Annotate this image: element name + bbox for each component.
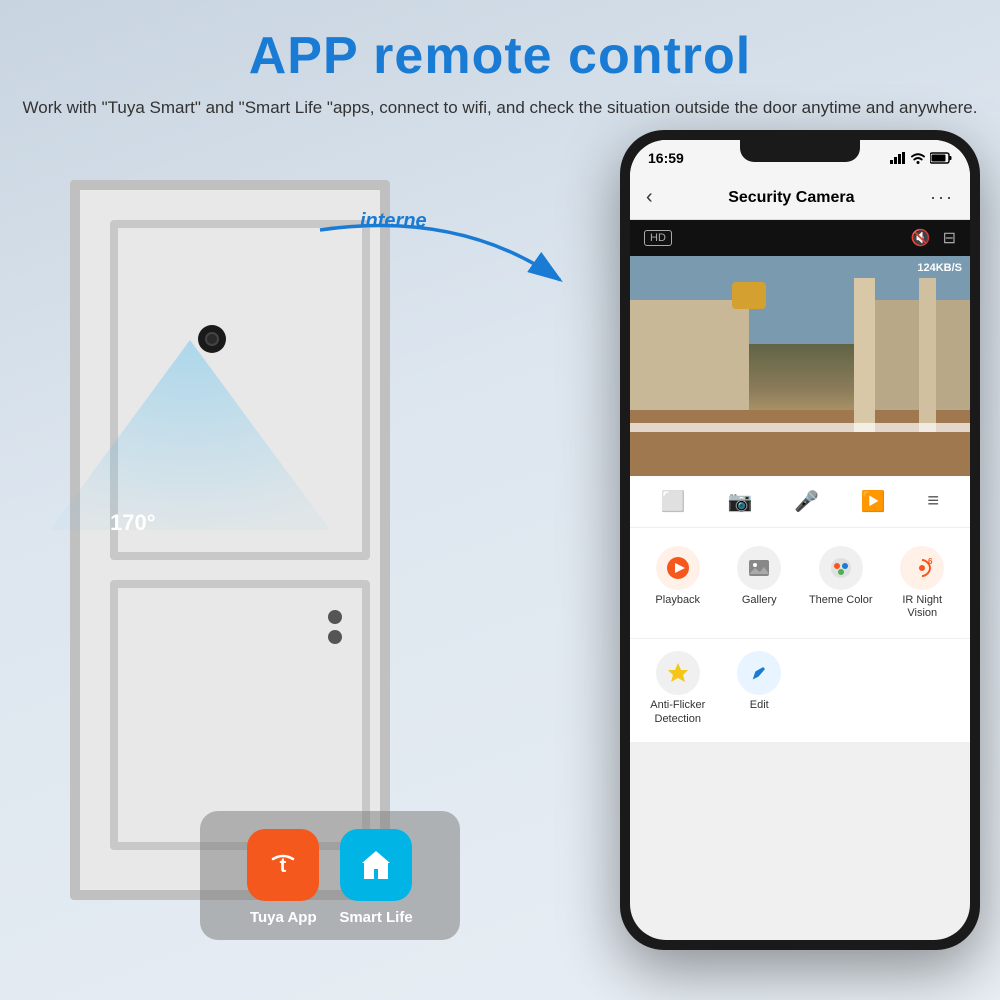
svg-text:t: t [280,855,287,877]
page: APP remote control Work with "Tuya Smart… [0,0,1000,1000]
camera-device [198,325,226,353]
gallery-label: Gallery [742,594,777,607]
snapshot-icon[interactable]: 📷 [728,489,753,514]
speed-badge: 124KB/S [917,262,962,274]
antiflicker-label: Anti-Flicker Detection [642,699,714,725]
hd-badge: HD [644,230,672,246]
feature-gallery[interactable]: Gallery [720,538,800,628]
svg-text:6: 6 [928,557,933,566]
record-icon[interactable]: ▶️ [861,489,886,514]
porch-column-2 [919,278,936,432]
feature-theme[interactable]: Theme Color [801,538,881,628]
arrow-area: interne [300,200,600,320]
menu-icon[interactable]: ≡ [927,490,939,513]
handle-circle-1 [328,610,342,624]
theme-label: Theme Color [809,594,873,607]
tuya-icon-circle: t [247,829,319,901]
handle-circle-2 [328,630,342,644]
playback-label: Playback [655,594,700,607]
wifi-status-icon [910,152,926,164]
toolbar: ⬜ 📷 🎤 ▶️ ≡ [630,476,970,528]
porch-scene [630,256,970,476]
phone-notch [740,140,860,162]
porch-light [732,282,766,308]
feature-ir[interactable]: 6 IR Night Vision [883,538,963,628]
status-time: 16:59 [648,150,684,166]
phone-wrapper: 16:59 [620,130,980,950]
feature-antiflicker[interactable]: Anti-Flicker Detection [638,643,718,733]
camera-feed: 124KB/S [630,256,970,476]
feature-row2: Anti-Flicker Detection Edit [630,639,970,741]
mic-icon[interactable]: 🎤 [794,489,819,514]
status-icons [890,152,952,164]
feature-grid: Playback Gallery Theme Color [630,528,970,638]
nav-title: Security Camera [728,189,854,207]
nav-bar: ‹ Security Camera ··· [630,176,970,220]
battery-icon [930,152,952,164]
tuya-app-label: Tuya App [250,909,317,926]
header-section: APP remote control Work with "Tuya Smart… [0,0,1000,131]
main-title: APP remote control [0,28,1000,85]
back-button[interactable]: ‹ [646,186,653,209]
camera-controls-bar: HD 🔇 ⊟ [630,220,970,256]
edit-icon [737,651,781,695]
fullscreen-icon[interactable]: ⬜ [661,489,686,514]
playback-icon [656,546,700,590]
porch-railing [630,423,970,432]
gallery-icon [737,546,781,590]
ir-label: IR Night Vision [887,594,959,620]
tuya-app-item[interactable]: t Tuya App [247,829,319,926]
door-handle [328,610,342,644]
edit-label: Edit [750,699,769,712]
ir-icon: 6 [900,546,944,590]
smartlife-icon-circle [340,829,412,901]
more-button[interactable]: ··· [930,187,954,208]
feature-playback[interactable]: Playback [638,538,718,628]
theme-icon [819,546,863,590]
smartlife-app-item[interactable]: Smart Life [339,829,412,926]
layout-icon[interactable]: ⊟ [943,228,956,248]
feature-edit[interactable]: Edit [720,643,800,733]
smartlife-app-label: Smart Life [339,909,412,926]
cam-controls: 🔇 ⊟ [911,228,956,248]
phone-screen: 16:59 [630,140,970,940]
antiflicker-icon [656,651,700,695]
phone-body: 16:59 [620,130,980,950]
subtitle: Work with "Tuya Smart" and "Smart Life "… [0,95,1000,121]
signal-icon [890,152,906,164]
app-icons-area: t Tuya App Smart Life [200,811,460,940]
porch-column-1 [854,278,874,432]
fov-angle-label: 170° [110,510,156,536]
mute-icon[interactable]: 🔇 [911,228,931,248]
fov-cone: 170° [50,330,330,530]
